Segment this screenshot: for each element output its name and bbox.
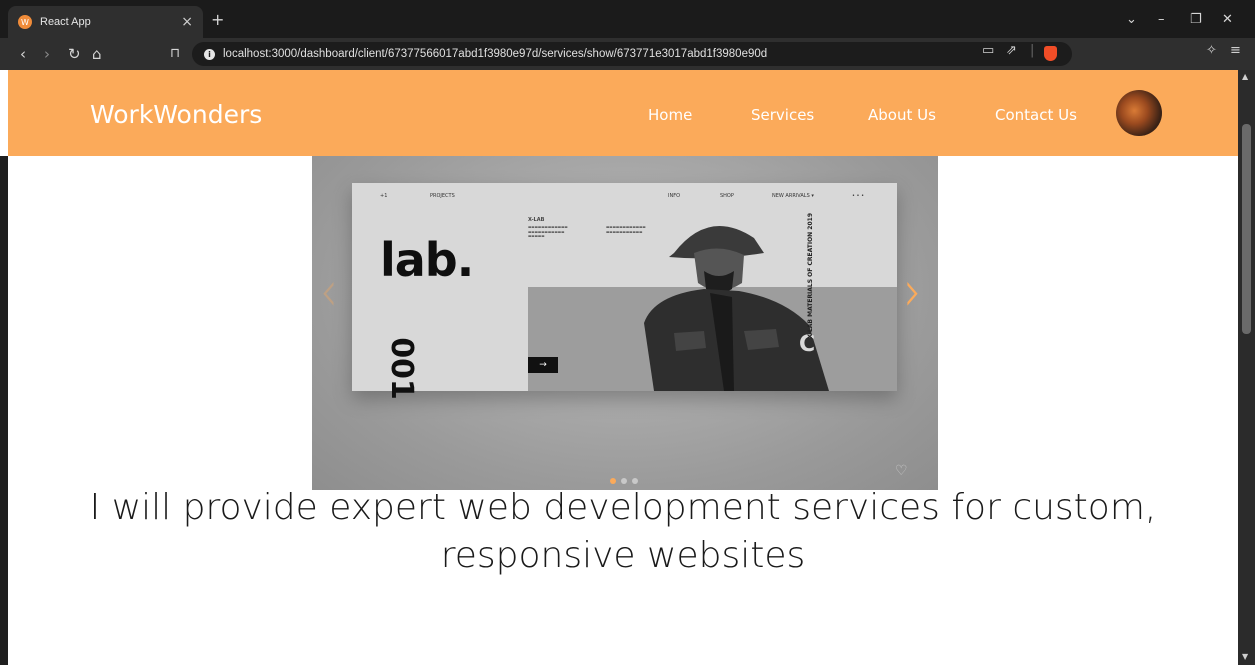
user-avatar[interactable] [1116,90,1162,136]
new-tab-icon[interactable]: + [211,10,224,29]
mock-label: INFO [668,193,681,199]
mock-label: • • • [852,193,865,199]
carousel-slide-image: +1 PROJECTS INFO SHOP NEW ARRIVALS ▾ • •… [352,183,897,400]
menu-icon[interactable]: ≡ [1230,43,1241,58]
bookmark-icon[interactable]: ⊓ [170,46,180,61]
back-icon[interactable]: ‹ [20,45,26,63]
nav-about-us[interactable]: About Us [868,106,936,124]
brave-shield-icon[interactable] [1044,46,1057,61]
address-bar[interactable]: i localhost:3000/dashboard/client/673775… [192,42,1072,66]
site-navbar: WorkWonders Home Services About Us Conta… [8,70,1238,156]
slide-number: 001 [383,337,419,400]
slide-vertical-text: X-LAB MATERIALS OF CREATION 2019 [807,213,814,339]
minimize-icon[interactable]: – [1158,12,1165,27]
page-viewport: WorkWonders Home Services About Us Conta… [0,70,1238,665]
share-icon[interactable]: ⇗ [1006,43,1017,58]
cast-icon[interactable]: ▭ [982,43,994,58]
close-tab-icon[interactable]: × [181,14,193,30]
service-image-carousel: +1 PROJECTS INFO SHOP NEW ARRIVALS ▾ • •… [312,156,938,490]
mock-small-heading: X-LAB [528,217,545,223]
site-info-icon[interactable]: i [204,48,215,60]
browser-toolbar: ‹ › ↻ ⌂ ⊓ i localhost:3000/dashboard/cli… [0,38,1255,70]
brand-logo[interactable]: WorkWonders [90,100,262,129]
carousel-next-icon[interactable]: › [904,258,922,324]
home-icon[interactable]: ⌂ [92,45,102,63]
slide-lab-word: lab. [380,233,474,287]
tab-title: React App [40,16,91,28]
url-text: localhost:3000/dashboard/client/67377566… [223,48,768,60]
nav-services[interactable]: Services [751,106,814,124]
heart-icon: ♡ [895,463,908,479]
service-title: I will provide expert web development se… [89,487,1157,576]
carousel-prev-icon[interactable]: ‹ [320,258,338,324]
nav-home[interactable]: Home [648,106,692,124]
restore-icon[interactable]: ❐ [1190,12,1202,27]
mock-label: PROJECTS [430,193,455,199]
scroll-up-icon[interactable]: ▲ [1242,72,1248,81]
scroll-down-icon[interactable]: ▼ [1242,652,1248,661]
page-left-edge [0,156,8,665]
mock-label: SHOP [720,193,734,199]
tab-search-chevron-icon[interactable]: ⌄ [1126,12,1137,27]
nav-contact-us[interactable]: Contact Us [995,106,1077,124]
close-window-icon[interactable]: ✕ [1222,12,1233,27]
reload-icon[interactable]: ↻ [68,45,81,63]
mock-label: +1 [380,193,388,199]
extensions-icon[interactable]: ✧ [1206,43,1217,58]
mock-label: NEW ARRIVALS ▾ [772,193,814,199]
separator: | [1030,43,1035,58]
scrollbar-thumb[interactable] [1242,124,1251,334]
react-app-favicon-icon: W [18,15,32,29]
slide-arrow-button-icon: → [528,357,558,373]
page-scrollbar[interactable]: ▲ ▼ [1238,70,1255,665]
mock-paragraph: ▬▬▬▬▬▬▬▬▬▬▬▬ ▬▬▬▬▬▬▬▬▬▬▬ ▬▬▬▬▬ [528,225,568,239]
browser-tab[interactable]: W React App × [8,6,203,38]
forward-icon[interactable]: › [44,45,50,63]
browser-tab-bar: W React App × + ⌄ – ❐ ✕ [0,0,1255,38]
